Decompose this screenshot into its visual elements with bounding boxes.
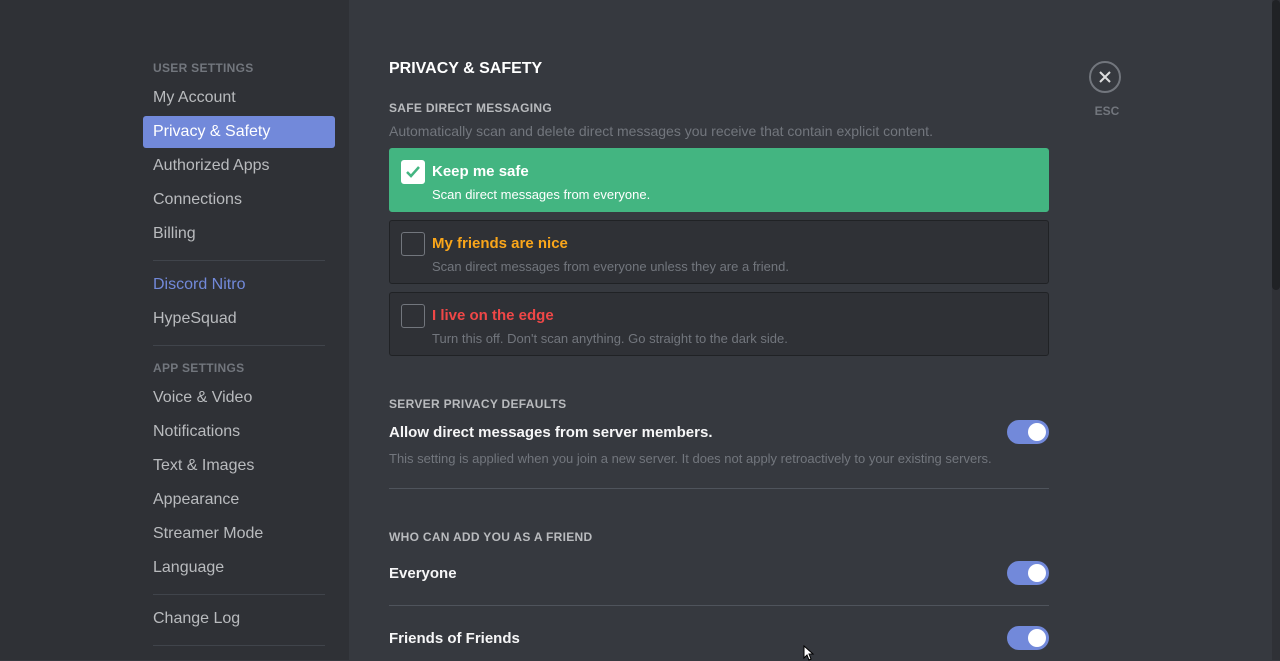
sidebar-divider: [153, 260, 325, 261]
esc-label: ESC: [1094, 104, 1120, 118]
section-divider: [389, 488, 1049, 489]
option-live-on-the-edge[interactable]: I live on the edge Turn this off. Don't …: [389, 292, 1049, 356]
friend-of-friends-label: Friends of Friends: [389, 630, 520, 647]
scrollbar-thumb[interactable]: [1272, 0, 1280, 290]
toggle-knob: [1028, 564, 1046, 582]
friend-of-friends-toggle[interactable]: [1007, 626, 1049, 650]
sidebar-item-voice-video[interactable]: Voice & Video: [143, 382, 335, 414]
sidebar-item-hypesquad[interactable]: HypeSquad: [143, 303, 335, 335]
option-description: Scan direct messages from everyone unles…: [432, 259, 789, 274]
server-privacy-header: SERVER PRIVACY DEFAULTS: [389, 397, 567, 411]
sidebar-item-text-images[interactable]: Text & Images: [143, 450, 335, 482]
sidebar-item-my-account[interactable]: My Account: [143, 82, 335, 114]
safe-dm-header: SAFE DIRECT MESSAGING: [389, 101, 552, 115]
friend-everyone-label: Everyone: [389, 565, 457, 582]
sidebar-item-connections[interactable]: Connections: [143, 184, 335, 216]
allow-dm-note: This setting is applied when you join a …: [389, 451, 992, 466]
scrollbar-track[interactable]: [1272, 0, 1280, 660]
toggle-knob: [1028, 629, 1046, 647]
option-keep-me-safe[interactable]: Keep me safe Scan direct messages from e…: [389, 148, 1049, 212]
allow-dm-label: Allow direct messages from server member…: [389, 424, 713, 441]
sidebar-divider: [153, 345, 325, 346]
sidebar-item-discord-nitro[interactable]: Discord Nitro: [143, 269, 335, 301]
sidebar-item-streamer-mode[interactable]: Streamer Mode: [143, 518, 335, 550]
option-description: Scan direct messages from everyone.: [432, 187, 651, 202]
option-title: Keep me safe: [432, 163, 529, 180]
page-title: PRIVACY & SAFETY: [389, 60, 543, 77]
checkbox-unchecked: [401, 304, 425, 328]
sidebar-divider: [153, 594, 325, 595]
close-icon: [1099, 71, 1111, 83]
sidebar-item-authorized-apps[interactable]: Authorized Apps: [143, 150, 335, 182]
option-title: My friends are nice: [432, 235, 568, 252]
user-settings-header: USER SETTINGS: [153, 61, 254, 75]
sidebar-item-notifications[interactable]: Notifications: [143, 416, 335, 448]
section-divider: [389, 605, 1049, 606]
app-settings-header: APP SETTINGS: [153, 361, 245, 375]
sidebar-divider: [153, 645, 325, 646]
checkbox-unchecked: [401, 232, 425, 256]
mouse-cursor-icon: [803, 645, 815, 661]
option-title: I live on the edge: [432, 307, 554, 324]
sidebar-item-privacy-safety[interactable]: Privacy & Safety: [143, 116, 335, 148]
checkmark-icon: [406, 166, 420, 178]
option-description: Turn this off. Don't scan anything. Go s…: [432, 331, 788, 346]
settings-content: PRIVACY & SAFETY SAFE DIRECT MESSAGING A…: [349, 0, 1280, 660]
sidebar-item-billing[interactable]: Billing: [143, 218, 335, 250]
checkbox-checked: [401, 160, 425, 184]
option-friends-are-nice[interactable]: My friends are nice Scan direct messages…: [389, 220, 1049, 284]
friend-requests-header: WHO CAN ADD YOU AS A FRIEND: [389, 530, 593, 544]
allow-dm-toggle[interactable]: [1007, 420, 1049, 444]
friend-everyone-toggle[interactable]: [1007, 561, 1049, 585]
close-button[interactable]: [1089, 61, 1121, 93]
toggle-knob: [1028, 423, 1046, 441]
settings-sidebar: USER SETTINGS My Account Privacy & Safet…: [0, 0, 349, 660]
sidebar-item-change-log[interactable]: Change Log: [143, 603, 335, 635]
sidebar-item-appearance[interactable]: Appearance: [143, 484, 335, 516]
sidebar-item-language[interactable]: Language: [143, 552, 335, 584]
safe-dm-description: Automatically scan and delete direct mes…: [389, 123, 933, 139]
